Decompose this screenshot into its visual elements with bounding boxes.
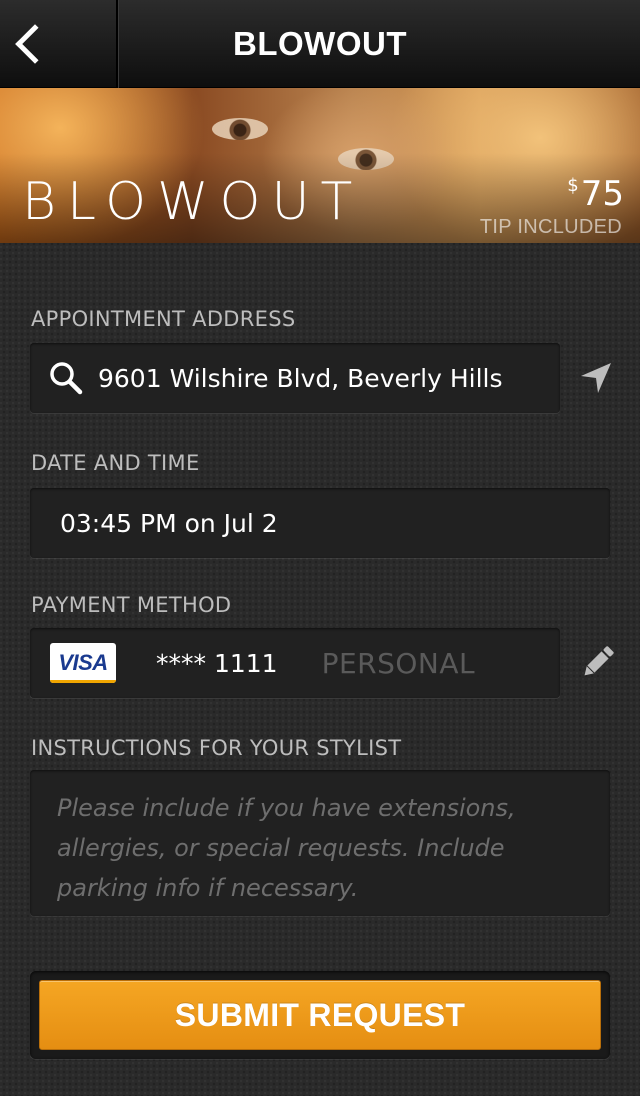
nav-bar: BLOWOUT: [0, 0, 640, 88]
datetime-field[interactable]: 03:45 PM on Jul 2: [30, 488, 610, 558]
payment-method-field[interactable]: VISA **** 1111 PERSONAL: [30, 628, 560, 698]
payment-label: PAYMENT METHOD: [31, 593, 232, 617]
submit-request-button[interactable]: SUBMIT REQUEST: [39, 980, 601, 1050]
datetime-label: DATE AND TIME: [31, 451, 200, 475]
search-icon: [48, 360, 84, 396]
price-currency: $: [567, 175, 579, 196]
submit-container: SUBMIT REQUEST: [30, 971, 610, 1059]
address-field[interactable]: 9601 Wilshire Blvd, Beverly Hills: [30, 343, 560, 413]
instructions-textarea[interactable]: Please include if you have extensions, a…: [30, 770, 610, 916]
service-name: BLOWOUT: [22, 172, 364, 232]
pencil-icon[interactable]: [578, 642, 618, 682]
address-value: 9601 Wilshire Blvd, Beverly Hills: [98, 363, 503, 393]
location-arrow-icon[interactable]: [576, 358, 616, 398]
chevron-left-icon: [15, 24, 55, 64]
address-label: APPOINTMENT ADDRESS: [31, 307, 296, 331]
service-hero-banner: BLOWOUT $75 TIP INCLUDED: [0, 88, 640, 243]
price-note: TIP INCLUDED: [479, 216, 622, 238]
card-number: **** 1111: [156, 648, 278, 678]
visa-card-icon: VISA: [50, 643, 116, 683]
page-title: BLOWOUT: [233, 25, 407, 62]
datetime-value: 03:45 PM on Jul 2: [60, 508, 278, 538]
instructions-label: INSTRUCTIONS FOR YOUR STYLIST: [31, 736, 402, 760]
service-price: $75: [567, 174, 624, 214]
back-button[interactable]: [0, 0, 118, 88]
price-amount: 75: [580, 174, 624, 214]
card-type: PERSONAL: [321, 646, 476, 680]
hero-photo-detail: [212, 118, 268, 140]
